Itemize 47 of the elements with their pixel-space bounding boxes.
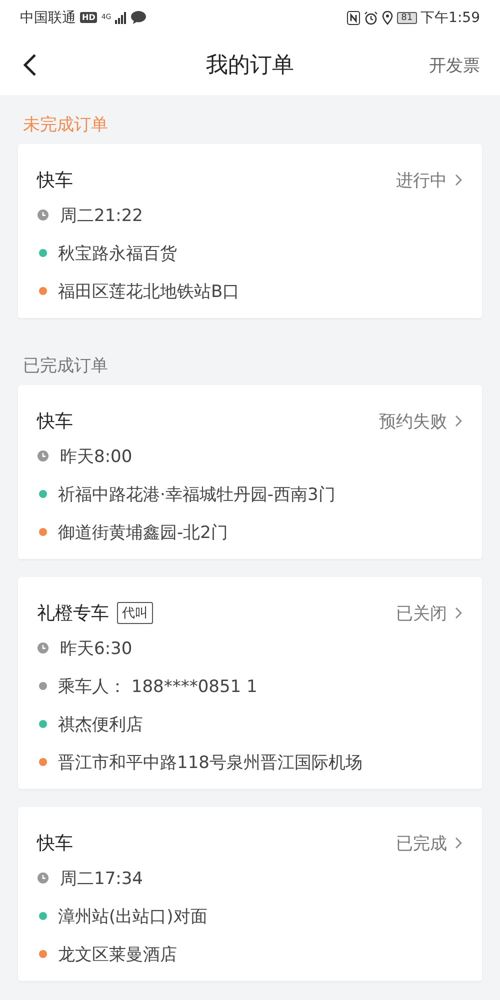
service-name: 快车 <box>37 410 73 433</box>
order-detail: 漳州站(出站口)对面 <box>58 906 208 928</box>
order-time: 昨天8:00 <box>60 446 132 468</box>
location-pin-icon <box>382 10 394 24</box>
clock-icon <box>37 209 49 221</box>
order-status-link[interactable]: 进行中 <box>396 168 462 192</box>
order-card[interactable]: 快车 进行中 周二21:22 秋宝路永福百货 福田区莲花北地铁站B口 <box>18 144 482 318</box>
order-card[interactable]: 快车 已完成 周二17:34 漳州站(出站口)对面 龙文区莱曼酒店 <box>18 807 482 981</box>
chevron-right-icon <box>455 415 462 427</box>
order-detail: 龙文区莱曼酒店 <box>58 944 177 966</box>
order-status-link[interactable]: 已关闭 <box>396 602 462 624</box>
chevron-right-icon <box>455 174 462 186</box>
section-heading: 未完成订单 <box>23 115 108 135</box>
order-detail: 乘车人： 188****0851 1 <box>58 676 258 698</box>
order-card[interactable]: 礼橙专车 代叫 已关闭 昨天6:30 乘车人： 188****0851 1 祺杰便利店 晋江市和平中路118号泉州晋江国际机场 <box>18 577 482 789</box>
service-name: 快车 <box>37 169 73 192</box>
proxy-call-tag: 代叫 <box>117 602 153 624</box>
signal-icon <box>115 12 128 24</box>
order-time: 周二17:34 <box>60 868 143 890</box>
order-time: 周二21:22 <box>60 204 143 226</box>
clock-icon <box>37 450 49 462</box>
clock-icon <box>37 642 49 654</box>
order-detail: 秋宝路永福百货 <box>58 242 177 264</box>
hd-badge: HD <box>80 12 98 23</box>
chevron-right-icon <box>455 837 462 849</box>
nfc-icon <box>347 10 360 24</box>
order-detail: 御道街黄埔鑫园-北2门 <box>58 522 228 544</box>
order-detail: 祈福中路花港·幸福城牡丹园-西南3门 <box>58 484 336 506</box>
invoice-button[interactable]: 开发票 <box>429 54 480 76</box>
alarm-clock-icon <box>364 10 378 24</box>
service-name: 礼橙专车 <box>37 602 109 625</box>
service-name: 快车 <box>37 832 73 855</box>
page-title: 我的订单 <box>206 52 294 80</box>
carrier-name: 中国联通 <box>20 8 76 26</box>
order-status-link[interactable]: 已完成 <box>396 832 462 854</box>
chevron-right-icon <box>455 607 462 619</box>
order-status-link[interactable]: 预约失败 <box>379 410 462 432</box>
chat-bubble-icon <box>131 11 146 24</box>
order-detail: 晋江市和平中路118号泉州晋江国际机场 <box>58 752 362 774</box>
battery-level: 81 <box>397 12 417 24</box>
section-heading: 已完成订单 <box>23 356 108 376</box>
order-detail: 祺杰便利店 <box>58 714 143 736</box>
order-card[interactable]: 快车 预约失败 昨天8:00 祈福中路花港·幸福城牡丹园-西南3门 御道街黄埔鑫园-北2门 <box>18 385 482 559</box>
clock-icon <box>37 872 49 884</box>
clock-time: 下午1:59 <box>420 8 480 26</box>
order-time: 昨天6:30 <box>60 638 132 660</box>
order-detail: 福田区莲花北地铁站B口 <box>58 280 240 302</box>
